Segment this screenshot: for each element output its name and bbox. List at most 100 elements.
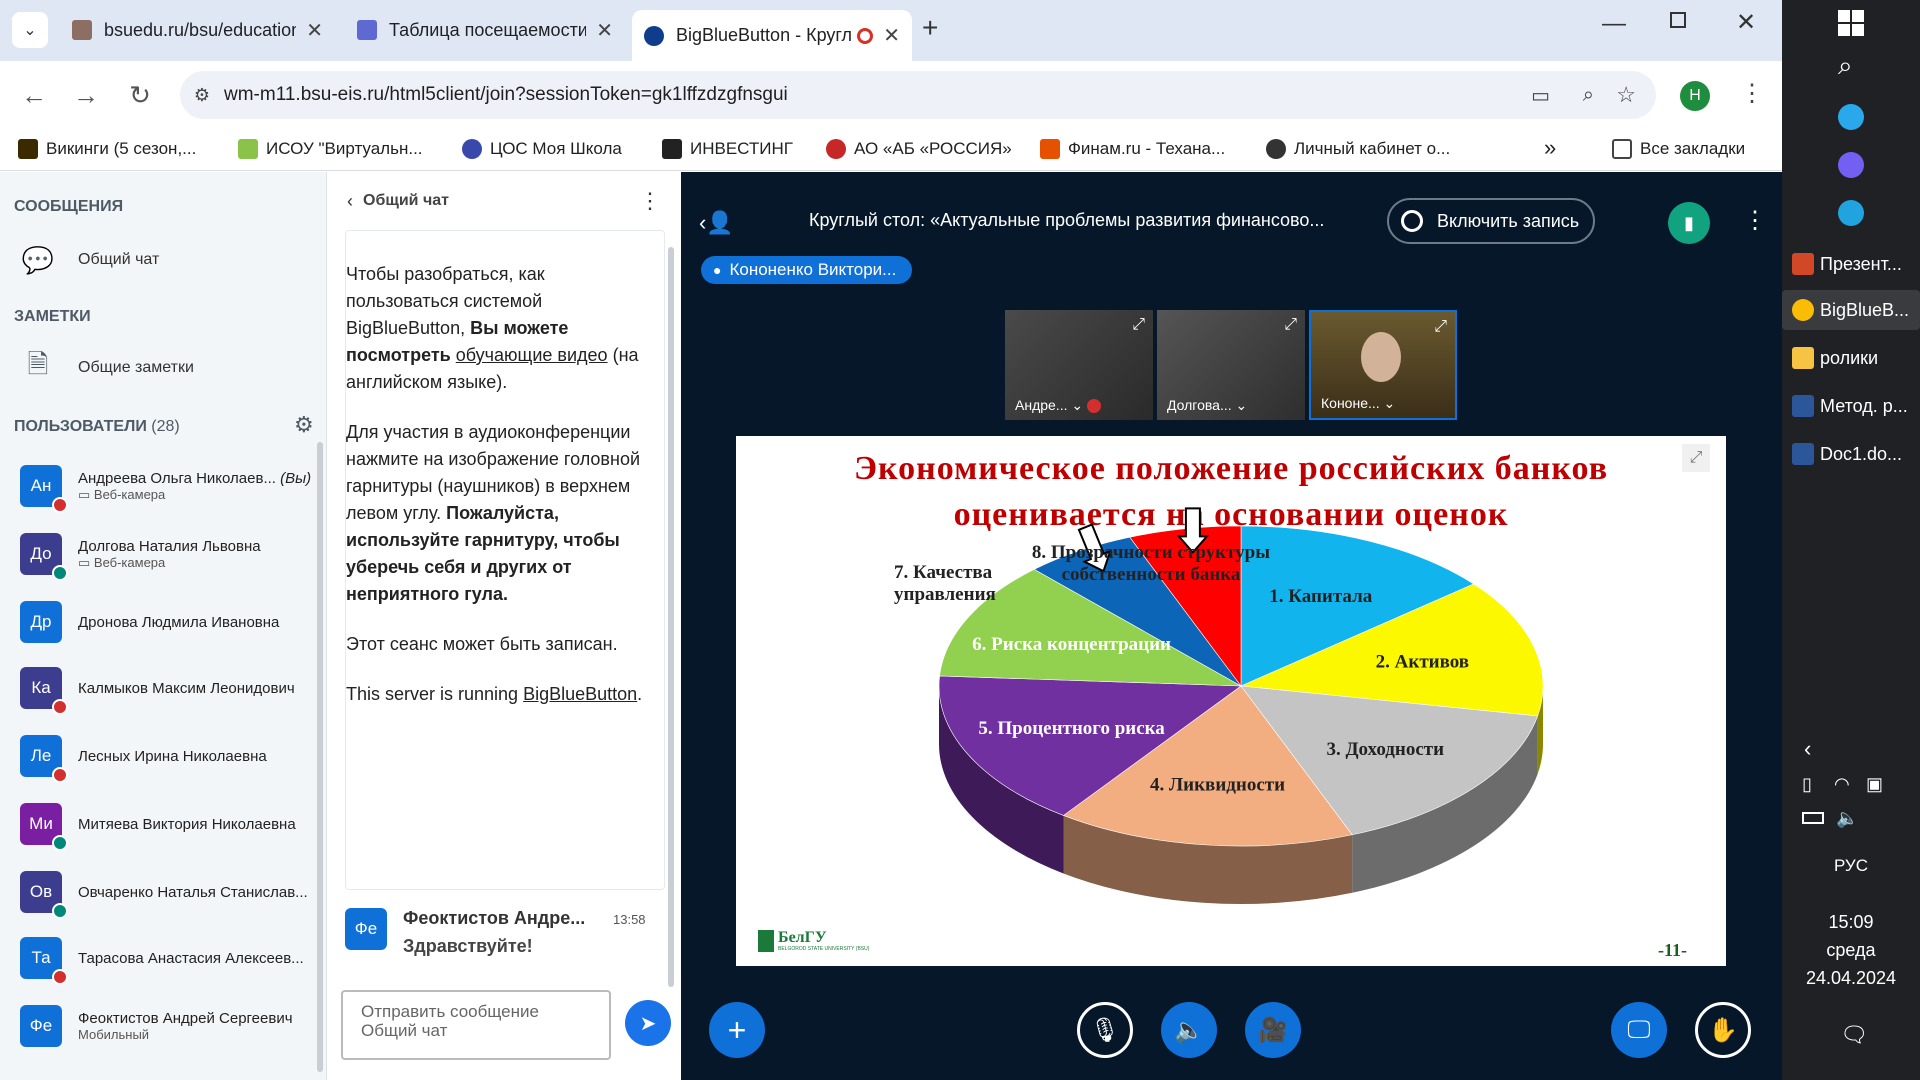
- message-sender: Феоктистов Андре...: [403, 908, 586, 928]
- close-window-button[interactable]: ✕: [1736, 8, 1756, 37]
- callout-7: 7. Качества управления: [894, 562, 996, 605]
- tab-bigbluebutton[interactable]: BigBlueButton - Круглый с ✕: [632, 10, 912, 61]
- battery-icon[interactable]: [1802, 812, 1824, 824]
- taskbar-folder[interactable]: ролики: [1792, 338, 1916, 378]
- camera-button[interactable]: 🎥: [1245, 1002, 1301, 1058]
- expand-icon[interactable]: ⤢: [1284, 316, 1297, 334]
- chat-input[interactable]: Отправить сообщение Общий чат: [341, 990, 611, 1060]
- chat-options-icon[interactable]: ⋮: [639, 188, 661, 214]
- volume-icon[interactable]: 🔈: [1836, 808, 1858, 829]
- bookmark-item[interactable]: АО «АБ «РОССИЯ»: [826, 139, 1012, 159]
- present-button[interactable]: 🖵: [1611, 1002, 1667, 1058]
- user-row[interactable]: Ка Калмыков Максим Леонидович: [14, 656, 314, 720]
- chat-title[interactable]: Общий чат: [363, 192, 449, 210]
- search-icon[interactable]: ⌕: [1838, 50, 1853, 82]
- raise-hand-button[interactable]: ✋: [1695, 1002, 1751, 1058]
- back-button[interactable]: ←: [14, 75, 54, 115]
- avatar: Та: [20, 937, 68, 985]
- shared-notes-item[interactable]: 🗎 Общие заметки: [22, 349, 194, 384]
- back-chevron-icon[interactable]: ‹: [347, 191, 353, 212]
- screen-icon[interactable]: ▣: [1866, 774, 1883, 795]
- notes-heading: ЗАМЕТКИ: [14, 308, 91, 325]
- close-icon[interactable]: ✕: [596, 18, 613, 43]
- tab-search-button[interactable]: ⌄: [12, 12, 48, 48]
- minimize-button[interactable]: —: [1602, 10, 1626, 38]
- reload-button[interactable]: ↻: [120, 75, 160, 115]
- connection-status-icon[interactable]: ▮: [1668, 202, 1710, 244]
- camera-icon[interactable]: ▭: [1531, 83, 1550, 108]
- expand-icon[interactable]: ⤢: [1132, 316, 1145, 334]
- chat-scrollbar[interactable]: [668, 247, 674, 987]
- address-bar[interactable]: ⚙ wm-m11.bsu-eis.ru/html5client/join?ses…: [180, 71, 1656, 119]
- investing-icon: [662, 139, 682, 159]
- mic-icon: ●: [713, 262, 722, 278]
- avatar: Ми: [20, 803, 68, 851]
- user-row[interactable]: Та Тарасова Анастасия Алексеев...: [14, 926, 314, 990]
- user-settings-icon[interactable]: ⚙: [294, 412, 314, 438]
- user-row[interactable]: Ан Андреева Ольга Николаев... (Вы) ▭ Веб-…: [14, 454, 314, 518]
- telegram-icon[interactable]: [1838, 104, 1864, 130]
- site-settings-icon[interactable]: ⚙: [180, 85, 224, 106]
- tab-attendance[interactable]: Таблица посещаемости/успеt ✕: [345, 10, 625, 50]
- clock-time[interactable]: 15:09: [1782, 912, 1920, 933]
- wifi-icon[interactable]: ◠: [1834, 774, 1850, 795]
- all-bookmarks[interactable]: Все закладки: [1612, 139, 1745, 159]
- actions-plus-button[interactable]: +: [709, 1002, 765, 1058]
- user-list-toggle-icon[interactable]: ‹👤: [699, 210, 734, 236]
- restore-button[interactable]: [1670, 12, 1686, 28]
- user-row[interactable]: Ле Лесных Ирина Николаевна: [14, 724, 314, 788]
- new-tab-button[interactable]: +: [922, 12, 938, 44]
- user-row[interactable]: Др Дронова Людмила Ивановна: [14, 590, 314, 654]
- notifications-icon[interactable]: 🗨: [1840, 1022, 1868, 1048]
- show-hidden-icons[interactable]: ‹: [1804, 736, 1811, 762]
- video-tile-active[interactable]: ⤢ Кононе... ⌄: [1309, 310, 1457, 420]
- public-chat-item[interactable]: 💬 Общий чат: [22, 244, 160, 276]
- isou-icon: [238, 139, 258, 159]
- more-bookmarks-icon[interactable]: »: [1544, 135, 1556, 161]
- bookmark-item[interactable]: ИСОУ "Виртуальн...: [238, 139, 423, 159]
- zoom-icon[interactable]: ⌕: [1583, 84, 1594, 107]
- record-button[interactable]: Включить запись: [1387, 198, 1595, 244]
- user-list-scrollbar[interactable]: [317, 442, 323, 1072]
- user-row[interactable]: Фе Феоктистов Андрей Сергеевич Мобильный: [14, 994, 314, 1058]
- bookmark-item[interactable]: Личный кабинет о...: [1266, 139, 1450, 159]
- bbb-link[interactable]: BigBlueButton: [523, 684, 637, 704]
- taskbar-word-1[interactable]: Метод. р...: [1792, 386, 1916, 426]
- expand-icon[interactable]: ⤢: [1434, 318, 1447, 336]
- edge-icon[interactable]: [1838, 200, 1864, 226]
- usb-icon[interactable]: ▯: [1802, 774, 1812, 795]
- profile-avatar[interactable]: H: [1680, 81, 1710, 111]
- language-indicator[interactable]: РУС: [1782, 856, 1920, 876]
- taskbar-word-2[interactable]: Doc1.do...: [1792, 434, 1916, 474]
- bookmark-item[interactable]: Финам.ru - Техана...: [1040, 139, 1225, 159]
- presentation-slide: ⤢ Экономическое положение российских бан…: [736, 436, 1726, 966]
- send-button[interactable]: ➤: [625, 1000, 671, 1046]
- user-row[interactable]: Ов Овчаренко Наталья Станислав...: [14, 860, 314, 924]
- bookmarks-bar: Викинги (5 сезон,... ИСОУ "Виртуальн... …: [0, 129, 1782, 171]
- avatar: До: [20, 533, 68, 581]
- user-row[interactable]: До Долгова Наталия Львовна ▭ Веб-камера: [14, 522, 314, 586]
- tab-strip: ⌄ bsuedu.ru/bsu/education/sche ✕ Таблица…: [0, 0, 1782, 61]
- video-tile[interactable]: ⤢ Долгова... ⌄: [1157, 310, 1305, 420]
- user-row[interactable]: Ми Митяева Виктория Николаевна: [14, 792, 314, 856]
- bookmark-item[interactable]: ИНВЕСТИНГ: [662, 139, 793, 159]
- viber-icon[interactable]: [1838, 152, 1864, 178]
- options-menu-icon[interactable]: ⋮: [1743, 206, 1767, 235]
- audio-button[interactable]: 🔈: [1161, 1002, 1217, 1058]
- video-tile[interactable]: ⤢ Андре... ⌄: [1005, 310, 1153, 420]
- windows-start-icon[interactable]: [1838, 10, 1864, 36]
- messages-heading: СООБЩЕНИЯ: [14, 198, 124, 215]
- taskbar-powerpoint[interactable]: Презент...: [1792, 244, 1916, 284]
- forward-button[interactable]: →: [66, 75, 106, 115]
- menu-icon[interactable]: ⋮: [1740, 79, 1764, 108]
- users-heading: ПОЛЬЗОВАТЕЛИ (28): [14, 418, 180, 435]
- bookmark-star-icon[interactable]: ☆: [1616, 82, 1636, 108]
- mute-mic-button[interactable]: 🎙: [1077, 1002, 1133, 1058]
- tab-bsuedu[interactable]: bsuedu.ru/bsu/education/sche ✕: [60, 10, 335, 50]
- bookmark-item[interactable]: ЦОС Моя Школа: [462, 139, 622, 159]
- bookmark-item[interactable]: Викинги (5 сезон,...: [18, 139, 196, 159]
- close-icon[interactable]: ✕: [306, 18, 323, 43]
- close-icon[interactable]: ✕: [883, 23, 900, 48]
- tutorial-link[interactable]: обучающие видео: [456, 345, 608, 365]
- taskbar-chrome[interactable]: BigBlueB...: [1782, 290, 1920, 330]
